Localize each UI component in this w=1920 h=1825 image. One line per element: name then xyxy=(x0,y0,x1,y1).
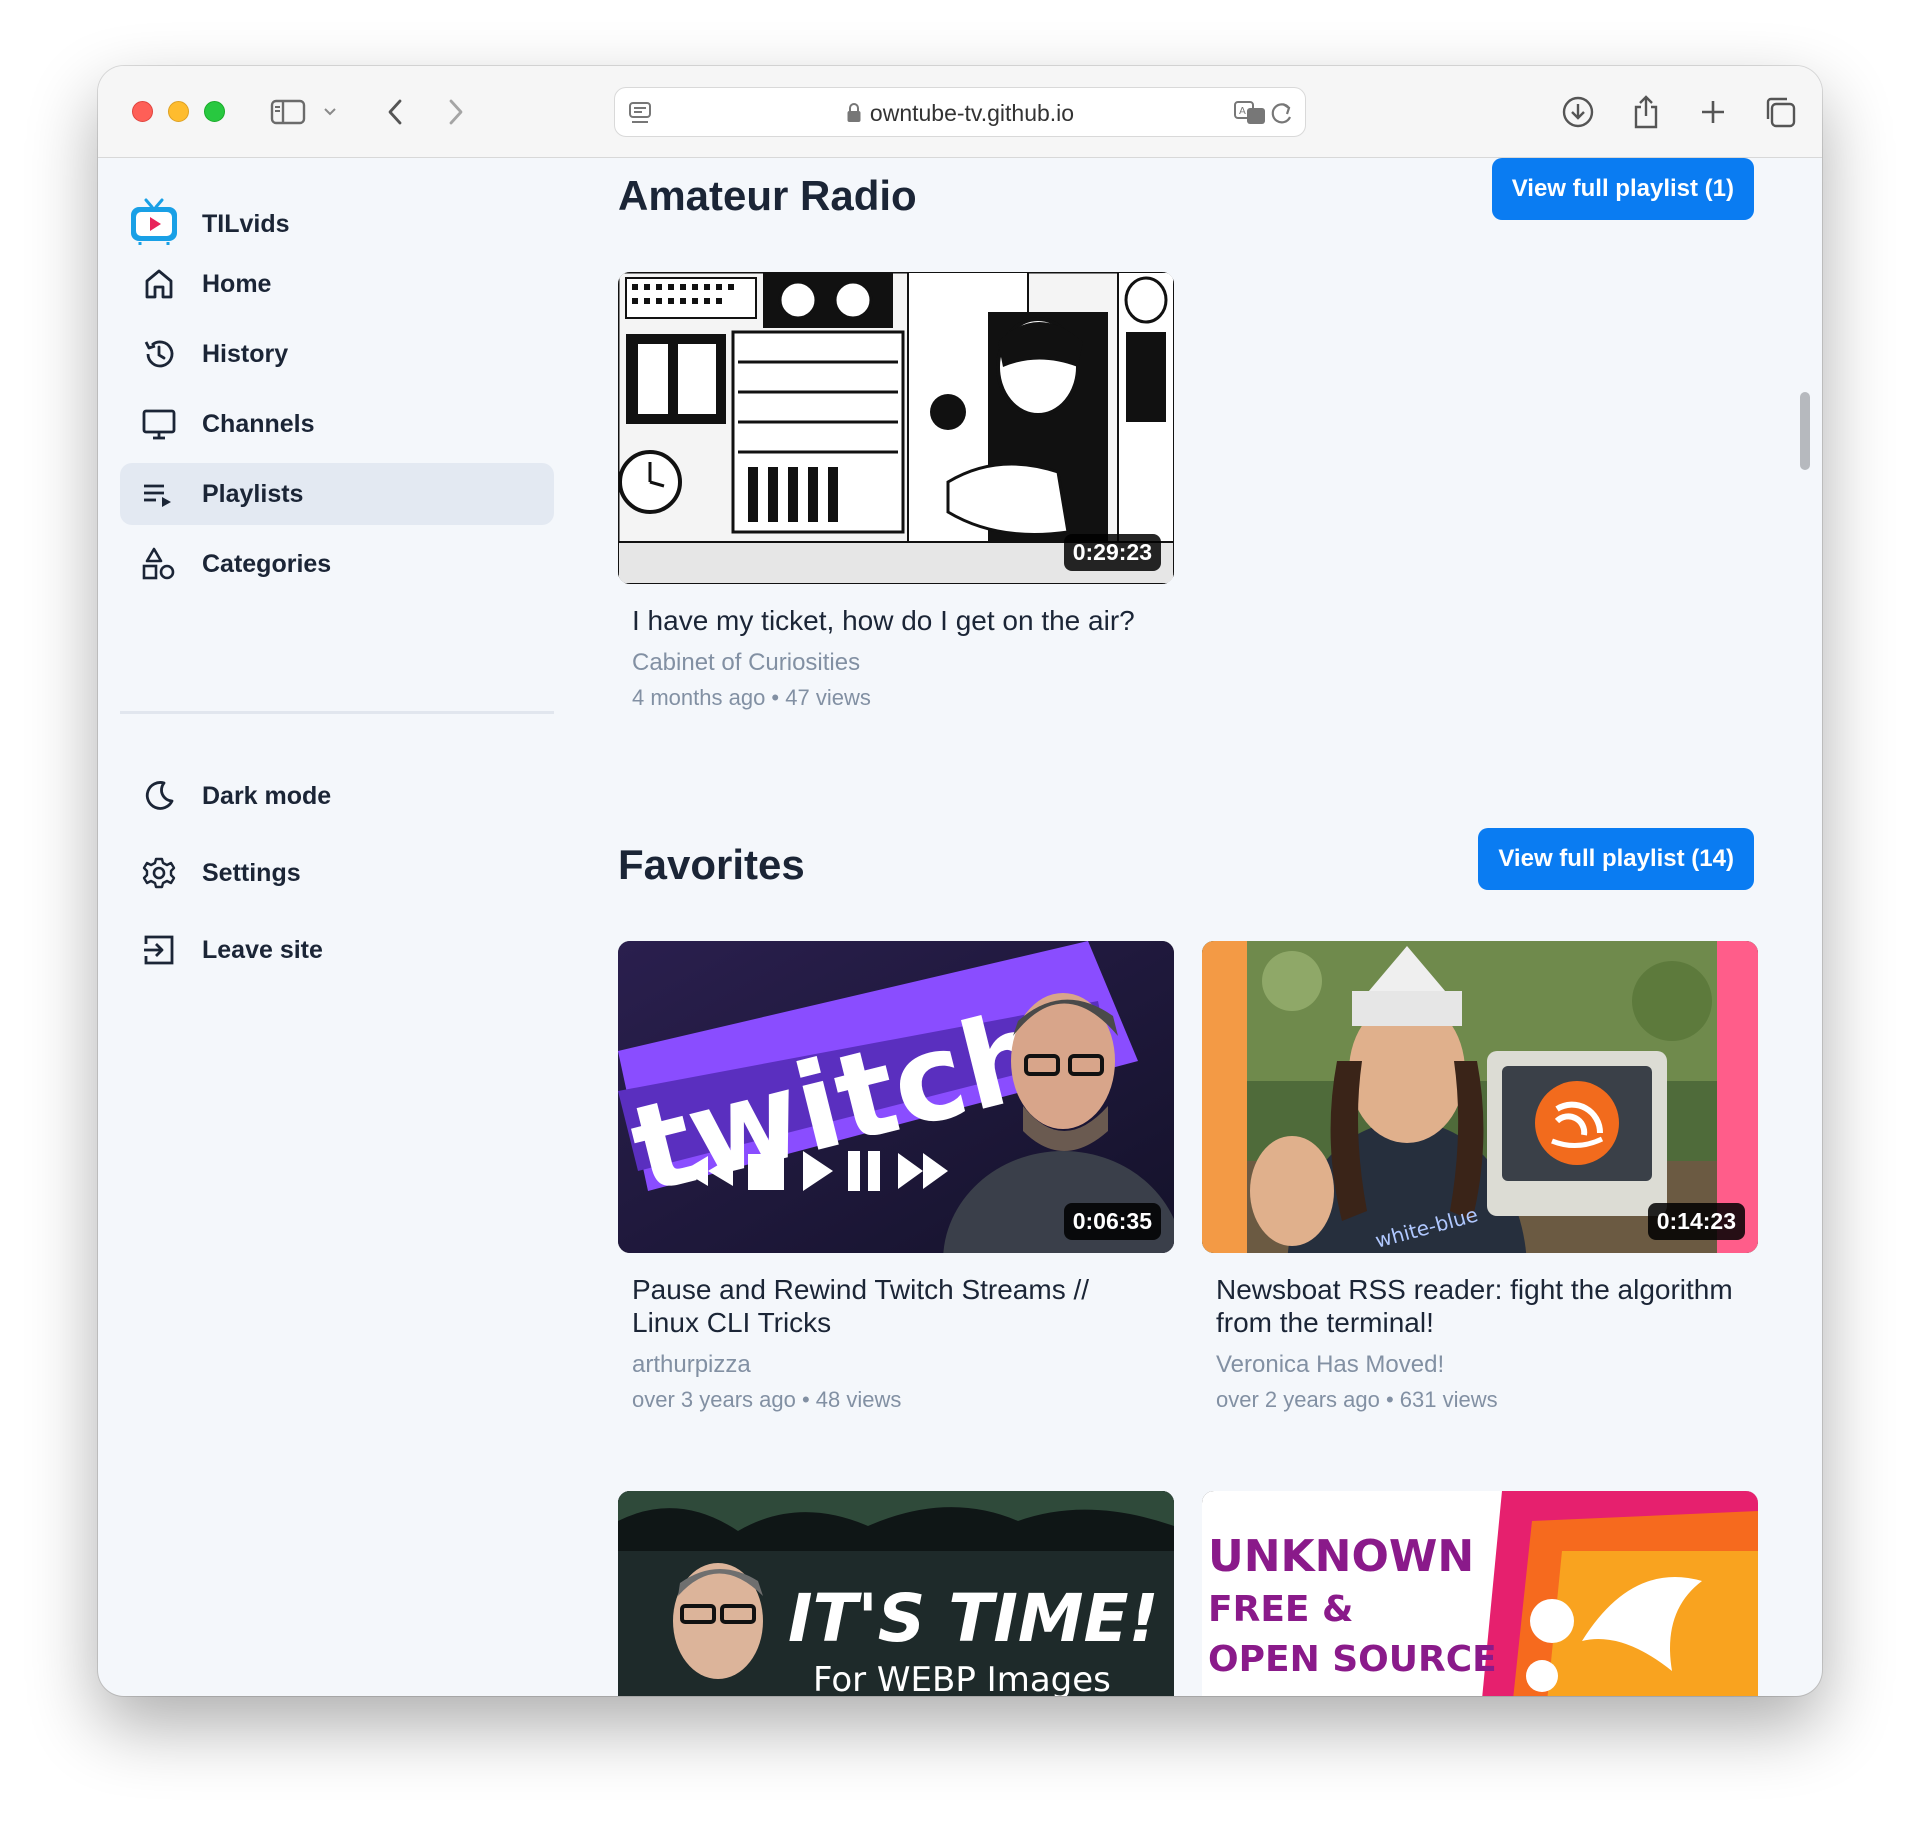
duration-badge: 0:06:35 xyxy=(1063,1203,1161,1240)
brand[interactable]: TILvids xyxy=(128,198,290,251)
video-thumbnail[interactable]: twitch 0:06:35 xyxy=(618,941,1174,1253)
sidebar-item-label: Leave site xyxy=(202,935,323,964)
sidebar-item-categories[interactable]: Categories xyxy=(120,533,554,595)
video-meta: 4 months ago • 47 views xyxy=(632,685,871,710)
video-card[interactable]: white-blue 0:14:23 Newsboat RSS reader: … xyxy=(1202,941,1758,1413)
video-title[interactable]: Pause and Rewind Twitch Streams // Linux… xyxy=(632,1273,1160,1339)
duration-badge: 0:29:23 xyxy=(1063,534,1161,571)
download-icon[interactable] xyxy=(1558,92,1598,132)
close-window-button[interactable] xyxy=(132,101,153,122)
translate-icon[interactable]: A xyxy=(1233,99,1267,132)
minimize-window-button[interactable] xyxy=(168,101,189,122)
monitor-icon xyxy=(142,407,176,441)
back-arrow-icon[interactable] xyxy=(380,92,410,132)
video-card[interactable]: 0:29:23 I have my ticket, how do I get o… xyxy=(618,272,1174,711)
sidebar: TILvids Home History Channels Playlists xyxy=(98,158,568,1696)
sidebar-toggle-icon[interactable] xyxy=(268,92,308,132)
exit-icon xyxy=(142,933,176,967)
history-icon xyxy=(142,337,176,371)
channel-name[interactable]: arthurpizza xyxy=(632,1351,1160,1379)
video-card[interactable]: UNKNOWN FREE & OPEN SOURCE xyxy=(1202,1491,1758,1696)
sidebar-item-channels[interactable]: Channels xyxy=(120,393,554,455)
thumbnail-text: IT'S TIME! xyxy=(788,1580,1159,1657)
video-meta: over 2 years ago • 631 views xyxy=(1216,1387,1498,1412)
video-meta: over 3 years ago • 48 views xyxy=(632,1387,902,1412)
video-thumbnail[interactable]: white-blue 0:14:23 xyxy=(1202,941,1758,1253)
video-thumbnail[interactable]: IT'S TIME! For WEBP Images xyxy=(618,1491,1174,1696)
address-bar[interactable]: owntube-tv.github.io A xyxy=(614,87,1306,137)
video-thumbnail[interactable]: 0:29:23 xyxy=(618,272,1174,584)
browser-toolbar: owntube-tv.github.io A xyxy=(98,66,1822,158)
video-card[interactable]: IT'S TIME! For WEBP Images xyxy=(618,1491,1174,1696)
forward-arrow-icon[interactable] xyxy=(441,92,471,132)
sidebar-item-label: Dark mode xyxy=(202,781,332,810)
app-name: TILvids xyxy=(202,210,290,238)
video-card[interactable]: twitch 0:06:35 Pause and Rewind Twitch S… xyxy=(618,941,1174,1413)
sidebar-item-label: Channels xyxy=(202,409,315,438)
sidebar-item-history[interactable]: History xyxy=(120,323,554,385)
tab-overview-icon[interactable] xyxy=(1760,92,1800,132)
video-thumbnail[interactable]: UNKNOWN FREE & OPEN SOURCE xyxy=(1202,1491,1758,1696)
browser-window: owntube-tv.github.io A TILvids Home Hist… xyxy=(98,66,1822,1696)
chevron-down-icon[interactable] xyxy=(320,92,340,132)
sidebar-item-label: Settings xyxy=(202,858,301,887)
shapes-icon xyxy=(142,547,176,581)
reload-icon[interactable] xyxy=(1269,99,1295,132)
view-full-playlist-button[interactable]: View full playlist (1) xyxy=(1491,158,1754,220)
thumbnail-subtext: FREE & xyxy=(1208,1589,1353,1630)
gear-icon xyxy=(142,856,176,890)
share-icon[interactable] xyxy=(1626,92,1666,132)
sidebar-item-leave-site[interactable]: Leave site xyxy=(120,919,554,981)
video-title[interactable]: Newsboat RSS reader: fight the algorithm… xyxy=(1216,1273,1744,1339)
tv-play-logo-icon xyxy=(128,198,180,251)
sidebar-item-label: Home xyxy=(202,269,272,298)
sidebar-item-playlists[interactable]: Playlists xyxy=(120,463,554,525)
home-icon xyxy=(142,267,176,301)
section-title: Amateur Radio xyxy=(618,172,917,219)
view-full-playlist-button[interactable]: View full playlist (14) xyxy=(1478,828,1754,890)
thumbnail-subtext: For WEBP Images xyxy=(813,1660,1111,1696)
sidebar-item-label: Playlists xyxy=(202,479,304,508)
sidebar-item-home[interactable]: Home xyxy=(120,253,554,315)
svg-text:A: A xyxy=(1239,106,1246,117)
sidebar-item-label: History xyxy=(202,339,289,368)
lock-icon xyxy=(846,102,862,129)
url-text: owntube-tv.github.io xyxy=(869,100,1075,126)
new-tab-icon[interactable] xyxy=(1693,92,1733,132)
dark-mode-toggle[interactable]: Dark mode xyxy=(120,765,554,827)
sidebar-item-label: Categories xyxy=(202,549,332,578)
thumbnail-subtext: OPEN SOURCE xyxy=(1208,1639,1497,1680)
channel-name[interactable]: Cabinet of Curiosities xyxy=(632,649,1160,677)
scrollbar-thumb[interactable] xyxy=(1800,392,1810,470)
thumbnail-text: UNKNOWN xyxy=(1208,1531,1474,1582)
playlist-icon xyxy=(142,477,176,511)
sidebar-item-settings[interactable]: Settings xyxy=(120,842,554,904)
video-title[interactable]: I have my ticket, how do I get on the ai… xyxy=(632,604,1160,637)
main-content: Amateur Radio View full playlist (1) 0:2… xyxy=(568,158,1822,1696)
duration-badge: 0:14:23 xyxy=(1647,1203,1745,1240)
channel-name[interactable]: Veronica Has Moved! xyxy=(1216,1351,1744,1379)
sidebar-divider xyxy=(120,711,554,714)
section-title: Favorites xyxy=(618,841,805,888)
moon-icon xyxy=(142,779,176,813)
zoom-window-button[interactable] xyxy=(204,101,225,122)
